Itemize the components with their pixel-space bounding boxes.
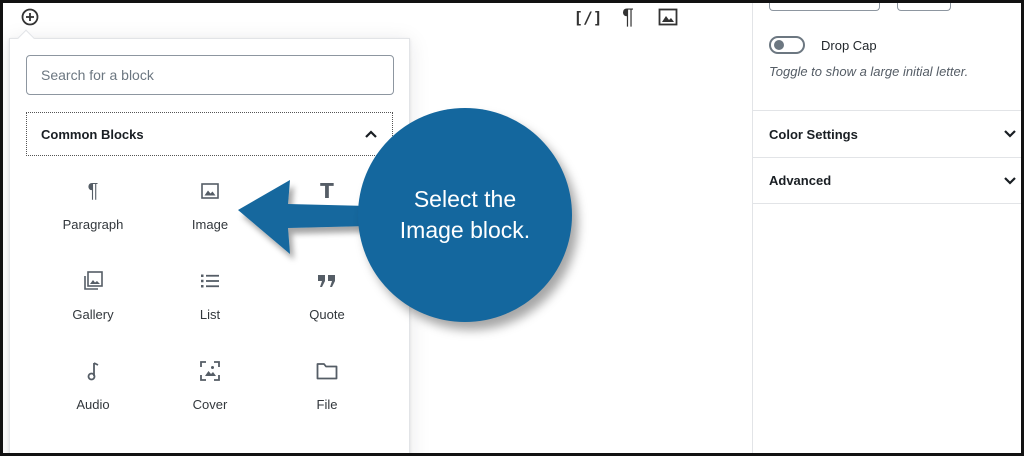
block-label: File bbox=[316, 397, 338, 412]
block-label: Paragraph bbox=[62, 217, 124, 232]
block-label: Cover bbox=[192, 397, 228, 412]
paragraph-block-button[interactable]: ¶ bbox=[615, 4, 641, 29]
chevron-up-icon bbox=[365, 130, 377, 138]
list-icon bbox=[201, 274, 219, 288]
block-label: Quote bbox=[309, 307, 345, 322]
advanced-panel[interactable]: Advanced bbox=[753, 157, 1024, 204]
sidebar-partial-button-2[interactable] bbox=[897, 0, 951, 11]
block-label: Gallery bbox=[72, 307, 114, 322]
shortcode-icon: [/] bbox=[573, 7, 603, 27]
block-label: List bbox=[199, 307, 221, 322]
chevron-down-icon bbox=[1004, 176, 1016, 185]
callout-bubble: Select the Image block. bbox=[358, 108, 572, 322]
block-search bbox=[26, 55, 394, 95]
block-cover[interactable]: Cover bbox=[151, 347, 269, 427]
callout-line-1: Select the bbox=[413, 186, 517, 212]
toggle-knob bbox=[774, 40, 784, 50]
panel-title: Common Blocks bbox=[41, 126, 144, 142]
plus-circle-icon bbox=[21, 8, 39, 26]
partial-block-icon bbox=[90, 429, 114, 435]
shortcode-block-button[interactable]: [/] bbox=[573, 5, 603, 29]
add-block-button[interactable] bbox=[20, 7, 40, 27]
file-icon bbox=[316, 363, 338, 380]
chevron-down-icon bbox=[1004, 130, 1016, 138]
block-list[interactable]: List bbox=[151, 257, 269, 337]
drop-cap-label: Drop Cap bbox=[821, 38, 877, 53]
drop-cap-help: Toggle to show a large initial letter. bbox=[769, 64, 969, 79]
block-label: Audio bbox=[76, 397, 110, 412]
color-settings-panel[interactable]: Color Settings bbox=[753, 110, 1024, 157]
paragraph-icon: ¶ bbox=[87, 179, 99, 202]
gallery-icon bbox=[84, 271, 103, 290]
cover-icon bbox=[200, 361, 220, 381]
callout-text: Select the Image block. bbox=[400, 184, 530, 246]
audio-icon bbox=[87, 362, 99, 381]
paragraph-icon: ¶ bbox=[622, 4, 634, 29]
panel-title: Color Settings bbox=[769, 126, 858, 142]
panel-title: Advanced bbox=[769, 173, 832, 188]
settings-sidebar: Drop Cap Toggle to show a large initial … bbox=[752, 0, 1024, 456]
drop-cap-toggle[interactable] bbox=[769, 36, 805, 54]
image-icon bbox=[201, 183, 219, 199]
sidebar-partial-divider bbox=[988, 0, 1024, 3]
sidebar-partial-button-1[interactable] bbox=[769, 0, 880, 11]
block-paragraph[interactable]: ¶ Paragraph bbox=[34, 167, 152, 247]
block-label: Image bbox=[191, 217, 229, 232]
block-search-input[interactable] bbox=[26, 55, 394, 95]
callout-line-2: Image block. bbox=[399, 217, 531, 243]
block-quote[interactable]: Quote bbox=[268, 257, 386, 337]
common-blocks-panel-toggle[interactable]: Common Blocks bbox=[26, 112, 393, 156]
editor-toolbar: [/] ¶ bbox=[573, 4, 695, 29]
callout-arrow-icon bbox=[238, 180, 368, 254]
image-icon bbox=[658, 8, 678, 26]
quote-icon bbox=[318, 275, 335, 287]
block-file[interactable]: File bbox=[268, 347, 386, 427]
image-block-button[interactable] bbox=[655, 5, 681, 29]
block-audio[interactable]: Audio bbox=[34, 347, 152, 427]
block-gallery[interactable]: Gallery bbox=[34, 257, 152, 337]
